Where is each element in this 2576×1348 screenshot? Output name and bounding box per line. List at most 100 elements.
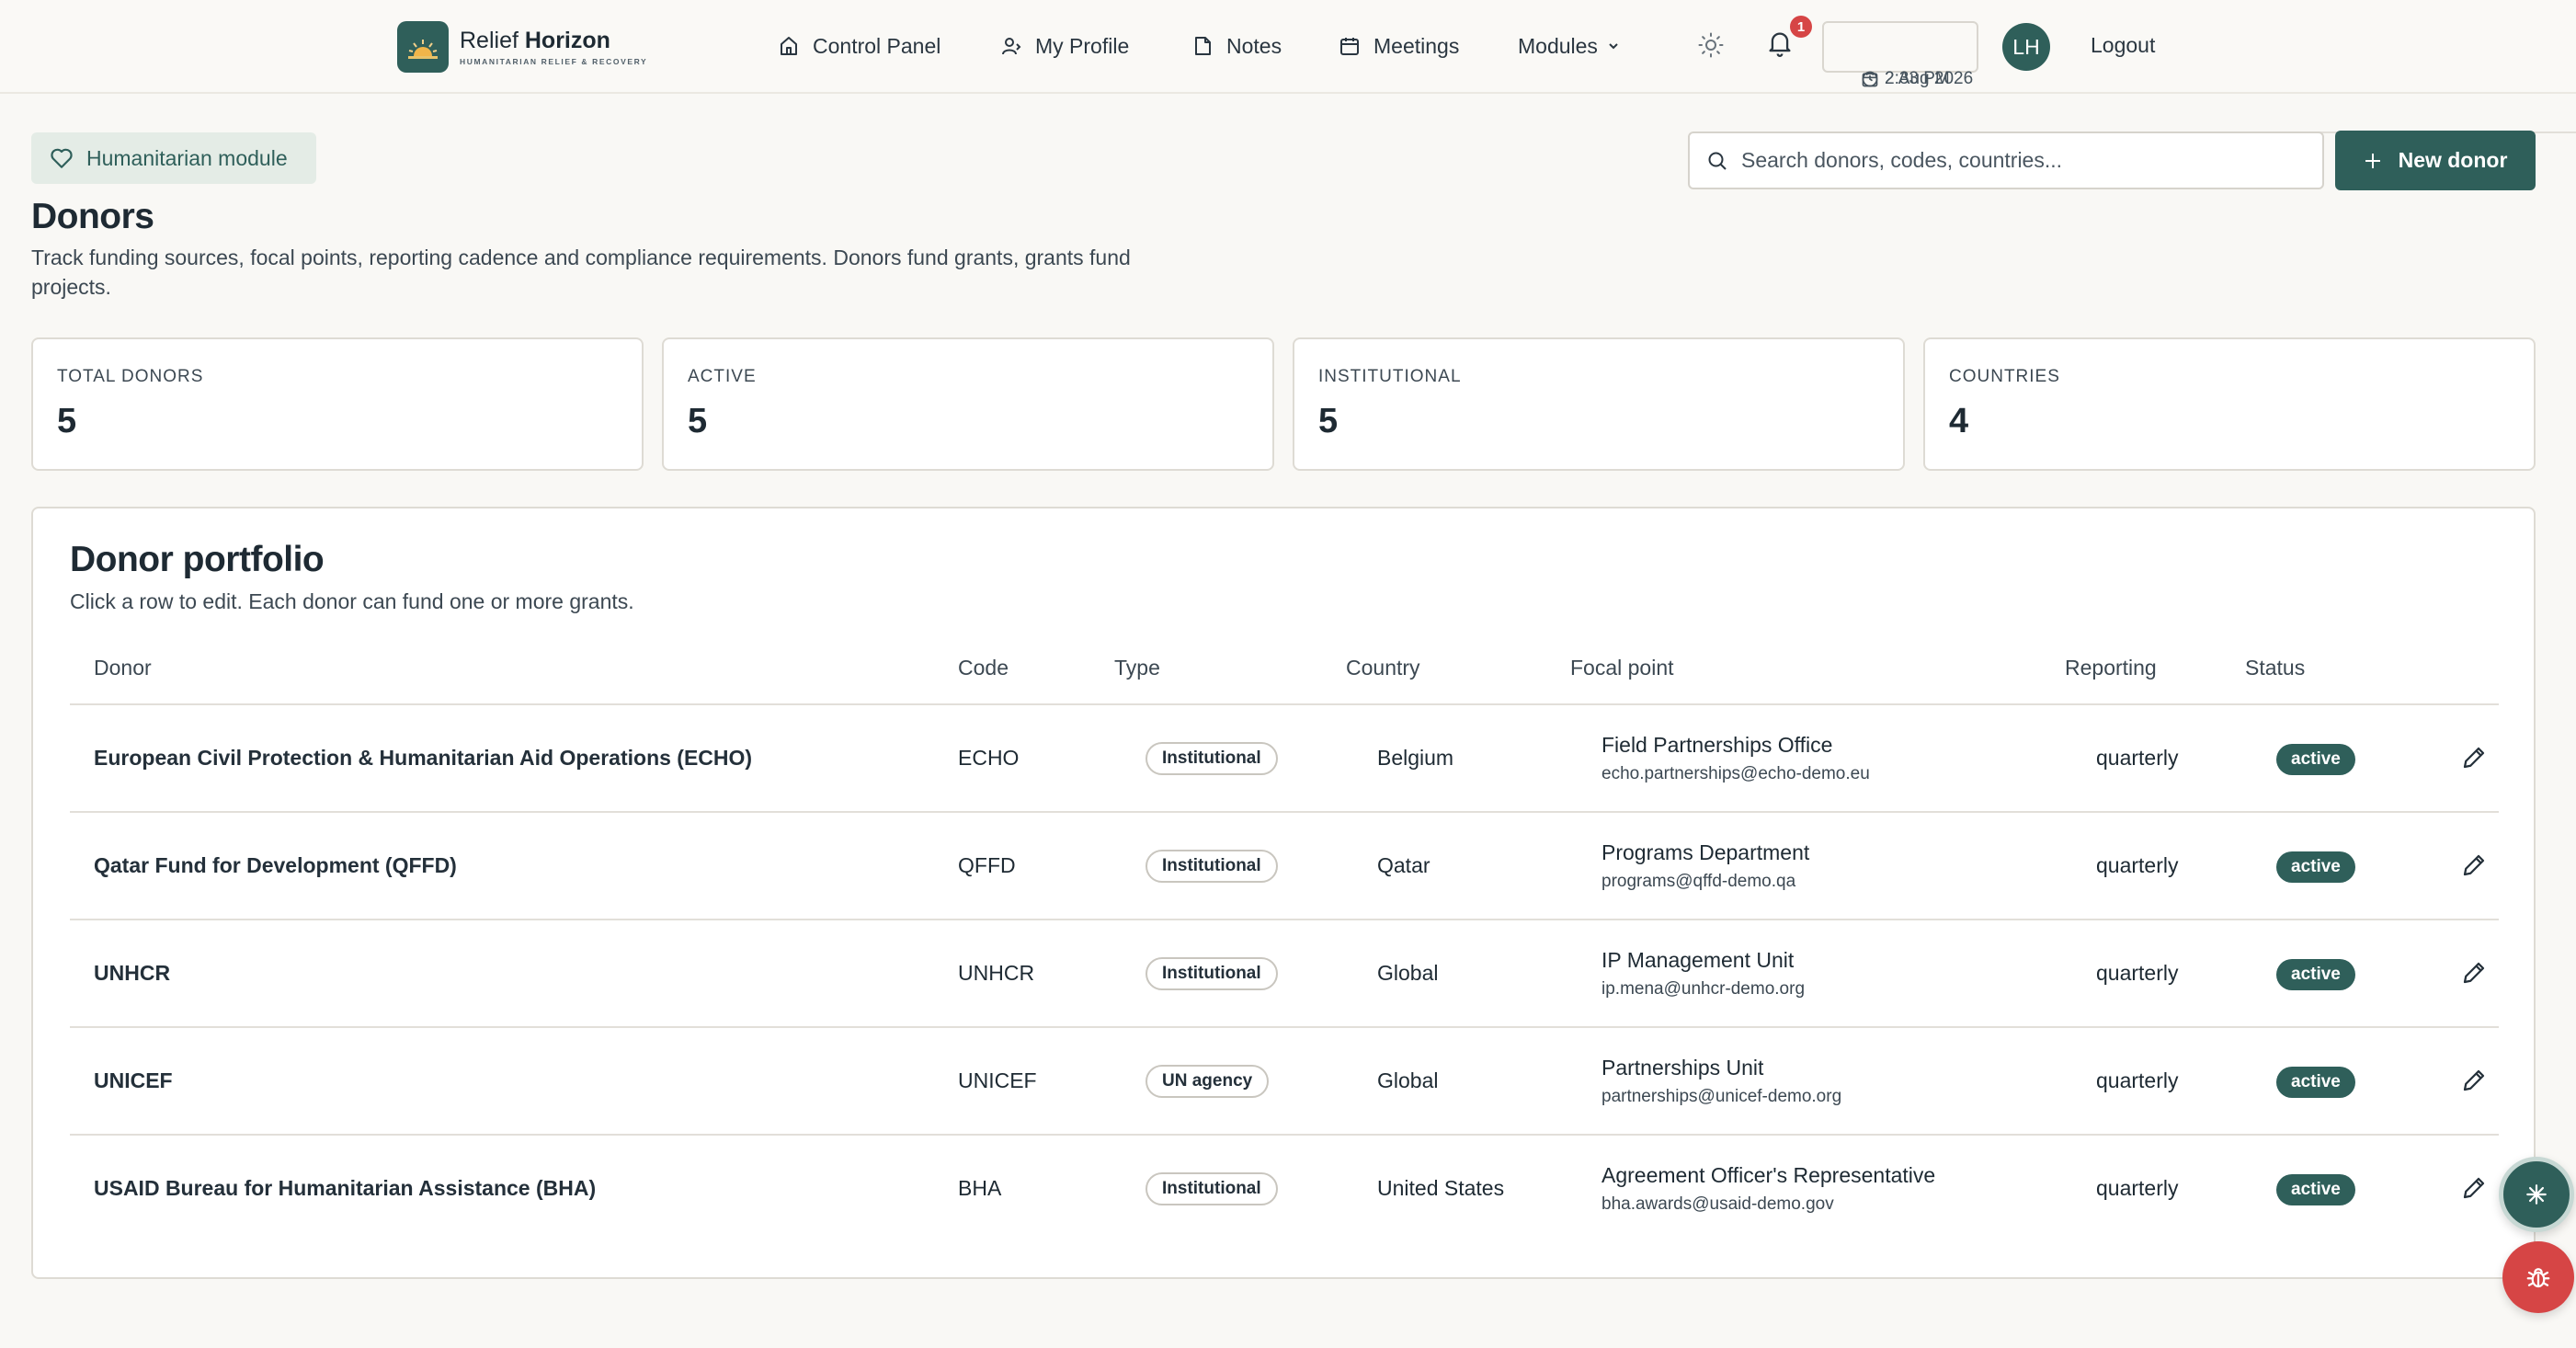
status-badge: active bbox=[2276, 959, 2355, 990]
bug-report-fab-button[interactable] bbox=[2502, 1241, 2574, 1313]
assistant-fab-button[interactable] bbox=[2499, 1157, 2574, 1232]
focal-point-name: IP Management Unit bbox=[1601, 948, 1795, 972]
donor-code: UNHCR bbox=[958, 961, 1035, 985]
user-icon bbox=[1002, 38, 1021, 55]
status-badge: active bbox=[2276, 744, 2355, 775]
column-header-donor[interactable]: Donor bbox=[94, 656, 152, 680]
search-input[interactable] bbox=[1741, 148, 2293, 173]
brand[interactable]: Relief Horizon HUMANITARIAN RELIEF & REC… bbox=[397, 21, 647, 73]
stat-label: TOTAL DONORS bbox=[57, 367, 204, 386]
edit-button[interactable] bbox=[2460, 959, 2488, 991]
focal-point-email: programs@qffd-demo.qa bbox=[1601, 872, 1796, 891]
focal-point-name: Partnerships Unit bbox=[1601, 1056, 1764, 1080]
donor-name: USAID Bureau for Humanitarian Assistance… bbox=[94, 1176, 597, 1200]
module-chip: Humanitarian module bbox=[31, 132, 316, 184]
stat-value: 4 bbox=[1949, 402, 1969, 440]
pencil-icon bbox=[2463, 1069, 2485, 1091]
nav-notes[interactable]: Notes bbox=[1191, 28, 1282, 64]
edit-button[interactable] bbox=[2460, 1174, 2488, 1206]
focal-point-email: echo.partnerships@echo-demo.eu bbox=[1601, 764, 1870, 783]
donor-country: Belgium bbox=[1377, 746, 1454, 770]
logout-link[interactable]: Logout bbox=[2091, 33, 2155, 58]
stat-value: 5 bbox=[1318, 402, 1339, 440]
page-subtitle: Track funding sources, focal points, rep… bbox=[31, 246, 1131, 299]
table-row[interactable]: European Civil Protection & Humanitarian… bbox=[70, 705, 2499, 813]
table-row[interactable]: USAID Bureau for Humanitarian Assistance… bbox=[70, 1136, 2499, 1243]
table-row[interactable]: Qatar Fund for Development (QFFD) QFFD I… bbox=[70, 813, 2499, 920]
pencil-icon bbox=[2463, 854, 2485, 876]
status-badge: active bbox=[2276, 1174, 2355, 1205]
donor-country: Global bbox=[1377, 1068, 1439, 1092]
search-icon bbox=[1708, 152, 1727, 170]
bug-icon bbox=[2526, 1268, 2550, 1288]
calendar-icon bbox=[1340, 38, 1359, 55]
notification-count-badge: 1 bbox=[1790, 16, 1812, 38]
brand-tagline: HUMANITARIAN RELIEF & RECOVERY bbox=[460, 57, 648, 66]
donor-name: European Civil Protection & Humanitarian… bbox=[94, 746, 753, 770]
nav-meetings[interactable]: Meetings bbox=[1339, 28, 1459, 64]
focal-point-email: bha.awards@usaid-demo.gov bbox=[1601, 1194, 1834, 1214]
stat-card-active: ACTIVE 5 bbox=[662, 337, 1274, 471]
donor-name: UNICEF bbox=[94, 1068, 173, 1092]
reporting-cadence: quarterly bbox=[2096, 1068, 2179, 1092]
nav-my-profile[interactable]: My Profile bbox=[1000, 28, 1129, 64]
focal-point-name: Field Partnerships Office bbox=[1601, 733, 1833, 757]
column-header-reporting[interactable]: Reporting bbox=[2065, 656, 2157, 680]
theme-toggle-button[interactable] bbox=[1697, 31, 1725, 63]
donor-country: Qatar bbox=[1377, 853, 1430, 877]
column-header-status[interactable]: Status bbox=[2245, 656, 2305, 680]
user-avatar[interactable]: LH bbox=[2002, 23, 2050, 71]
date-time-display: 2 Aug 2026 2:33 PM bbox=[1822, 21, 2576, 133]
stat-card-total-donors: TOTAL DONORS 5 bbox=[31, 337, 644, 471]
table-row[interactable]: UNHCR UNHCR Institutional Global IP Mana… bbox=[70, 920, 2499, 1028]
page-title: Donors bbox=[31, 197, 154, 236]
stat-card-countries: COUNTRIES 4 bbox=[1923, 337, 2536, 471]
pencil-icon bbox=[2463, 962, 2485, 984]
new-donor-button[interactable]: New donor bbox=[2335, 131, 2536, 190]
plus-icon bbox=[2365, 153, 2380, 168]
note-icon bbox=[1195, 37, 1211, 55]
stat-label: ACTIVE bbox=[688, 367, 757, 386]
top-bar: Relief Horizon HUMANITARIAN RELIEF & REC… bbox=[0, 0, 2576, 133]
clock-icon bbox=[1862, 71, 1878, 86]
edit-button[interactable] bbox=[2460, 1067, 2488, 1099]
stat-label: COUNTRIES bbox=[1949, 367, 2060, 386]
reporting-cadence: quarterly bbox=[2096, 961, 2179, 985]
nav-control-panel[interactable]: Control Panel bbox=[778, 28, 940, 64]
focal-point-email: partnerships@unicef-demo.org bbox=[1601, 1087, 1842, 1106]
stat-label: INSTITUTIONAL bbox=[1318, 367, 1462, 386]
donor-portfolio-card: Donor portfolio Click a row to edit. Eac… bbox=[31, 507, 2536, 1279]
edit-button[interactable] bbox=[2460, 851, 2488, 884]
donor-name: UNHCR bbox=[94, 961, 171, 985]
home-icon bbox=[781, 37, 797, 55]
notifications-button[interactable] bbox=[1767, 29, 1793, 62]
type-badge: UN agency bbox=[1146, 1065, 1270, 1098]
type-badge: Institutional bbox=[1146, 957, 1278, 990]
stat-card-institutional: INSTITUTIONAL 5 bbox=[1293, 337, 1905, 471]
status-badge: active bbox=[2276, 1067, 2355, 1098]
stat-value: 5 bbox=[688, 402, 708, 440]
column-header-code[interactable]: Code bbox=[958, 656, 1009, 680]
focal-point-name: Agreement Officer's Representative bbox=[1601, 1163, 1936, 1187]
donor-country: Global bbox=[1377, 961, 1439, 985]
current-time: 2:33 PM bbox=[1885, 68, 1950, 88]
nav-modules-dropdown[interactable]: Modules bbox=[1518, 28, 1633, 64]
sun-icon bbox=[1698, 32, 1724, 58]
donor-code: QFFD bbox=[958, 853, 1016, 877]
focal-point-email: ip.mena@unhcr-demo.org bbox=[1601, 979, 1806, 999]
reporting-cadence: quarterly bbox=[2096, 746, 2179, 770]
column-header-country[interactable]: Country bbox=[1346, 656, 1420, 680]
sparkle-icon bbox=[2526, 1184, 2547, 1205]
brand-name: Relief Horizon bbox=[460, 28, 610, 53]
focal-point-name: Programs Department bbox=[1601, 840, 1810, 864]
column-header-focal-point[interactable]: Focal point bbox=[1570, 656, 1674, 680]
stat-value: 5 bbox=[57, 402, 77, 440]
pencil-icon bbox=[2463, 1177, 2485, 1199]
reporting-cadence: quarterly bbox=[2096, 853, 2179, 877]
column-header-type[interactable]: Type bbox=[1114, 656, 1160, 680]
edit-button[interactable] bbox=[2460, 744, 2488, 776]
search-box[interactable] bbox=[1688, 131, 2324, 189]
type-badge: Institutional bbox=[1146, 1172, 1278, 1205]
table-row[interactable]: UNICEF UNICEF UN agency Global Partnersh… bbox=[70, 1028, 2499, 1136]
portfolio-subtitle: Click a row to edit. Each donor can fund… bbox=[70, 589, 634, 613]
